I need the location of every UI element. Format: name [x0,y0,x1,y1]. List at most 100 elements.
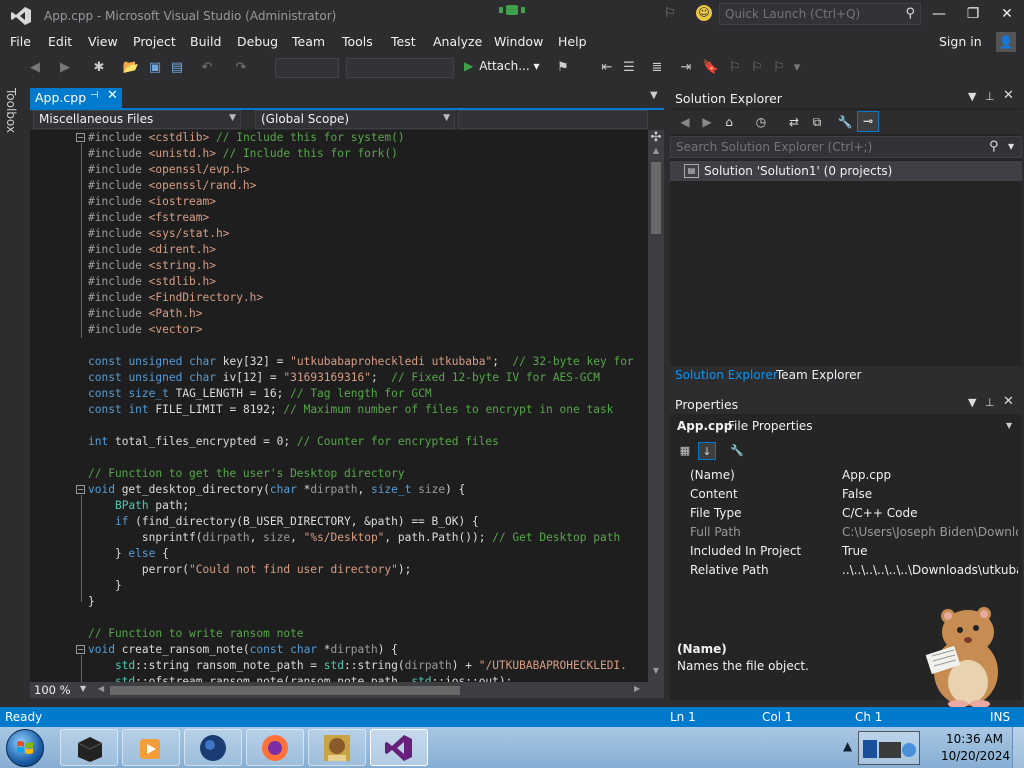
feedback-flag-icon[interactable]: ⚐ [664,6,678,21]
search-icon[interactable]: ⚲ [989,139,999,154]
show-hidden-icons-icon[interactable]: ▲ [843,739,852,753]
chevron-down-icon[interactable]: ▼ [80,684,86,693]
property-row[interactable]: Full Path C:\Users\Joseph Biden\Downloads [670,523,1022,542]
save-all-icon[interactable]: ▤ [168,59,186,77]
close-button[interactable]: ✕ [992,4,1022,26]
toolbar-overflow-icon[interactable]: ▾ [788,59,806,77]
split-editor-icon[interactable]: ✣ [648,130,664,146]
solution-explorer-search-input[interactable] [671,137,981,157]
menu-edit[interactable]: Edit [48,34,72,49]
auto-hide-pin-icon[interactable]: ⊥ [985,90,995,103]
menu-build[interactable]: Build [190,34,221,49]
solution-explorer-search[interactable]: ⚲ ▼ [670,136,1022,158]
auto-hide-pin-icon[interactable]: ⊥ [985,396,995,409]
property-row[interactable]: Content False [670,485,1022,504]
property-value[interactable]: False [842,487,1018,501]
send-feedback-smiley-icon[interactable]: ☺ [696,5,712,21]
undo-icon[interactable]: ↶ [198,59,216,77]
window-position-dropdown-icon[interactable]: ▼ [968,90,976,103]
close-panel-icon[interactable]: ✕ [1003,88,1014,103]
start-button[interactable] [6,729,44,767]
editor-vertical-scrollbar[interactable]: ✣ ▲ ▼ [648,130,664,682]
restore-button[interactable]: ❐ [958,4,988,26]
property-value[interactable]: C:\Users\Joseph Biden\Downloads [842,525,1018,539]
step-icon[interactable]: ⇤ [598,59,616,77]
back-icon[interactable]: ◀ [676,113,694,131]
menu-team[interactable]: Team [292,34,325,49]
taskbar-firefox[interactable] [246,729,304,766]
redo-icon[interactable]: ↷ [232,59,250,77]
alphabetical-icon[interactable]: ↓ [698,442,716,460]
properties-wrench-icon[interactable]: 🔧 [836,113,854,131]
tab-list-dropdown-icon[interactable]: ▼ [650,90,658,101]
scroll-down-arrow-icon[interactable]: ▼ [648,666,664,680]
clear-bookmarks-icon[interactable]: ⚐ [770,59,788,77]
taskbar-terminal[interactable] [60,729,118,766]
format-icon[interactable]: ≣ [648,59,666,77]
toggle-comment-icon[interactable]: ☰ [620,59,638,77]
collapse-all-icon[interactable]: ⧉ [808,113,826,131]
clock-date[interactable]: 10/20/2024 [941,749,1010,763]
new-project-icon[interactable]: ✱ [90,59,108,77]
zoom-level-dropdown[interactable]: 100 % [34,683,71,697]
account-icon[interactable]: 👤 [996,32,1016,52]
code-editor[interactable]: #include <cstdlib> // Include this for s… [30,130,648,682]
chevron-down-icon[interactable]: ▼ [1008,142,1014,151]
home-icon[interactable]: ⌂ [720,113,738,131]
properties-object-selector[interactable]: App.cpp File Properties ▼ [670,416,1022,436]
navigate-forward-icon[interactable]: ▶ [56,59,74,77]
sync-with-document-icon[interactable]: ⇄ [785,113,803,131]
taskbar-globe[interactable] [184,729,242,766]
menu-tools[interactable]: Tools [342,34,373,49]
document-tab-app-cpp[interactable]: App.cpp ⊣ ✕ [30,88,122,108]
clock-time[interactable]: 10:36 AM [946,732,1003,746]
property-pages-wrench-icon[interactable]: 🔧 [728,442,746,460]
sign-in-link[interactable]: Sign in [939,34,982,49]
taskbar-media-player[interactable] [122,729,180,766]
collapse-region-icon[interactable]: − [76,645,85,654]
menu-window[interactable]: Window [494,34,543,49]
property-value[interactable]: App.cpp [842,468,1018,482]
menu-project[interactable]: Project [133,34,176,49]
tab-solution-explorer[interactable]: Solution Explorer [675,368,778,382]
collapse-region-icon[interactable]: − [76,133,85,142]
search-icon[interactable]: ⚲ [905,6,915,21]
solution-platform-dropdown[interactable] [346,58,454,78]
window-position-dropdown-icon[interactable]: ▼ [968,396,976,409]
solution-configuration-dropdown[interactable] [275,58,339,78]
close-panel-icon[interactable]: ✕ [1003,394,1014,409]
property-value[interactable]: ..\..\..\..\..\..\Downloads\utkubab [842,563,1018,577]
tab-team-explorer[interactable]: Team Explorer [776,368,862,382]
collapse-region-icon[interactable]: − [76,485,85,494]
notification-flag-icon[interactable] [497,5,527,17]
property-value[interactable]: C/C++ Code [842,506,1018,520]
menu-test[interactable]: Test [391,34,416,49]
quick-launch-input[interactable] [720,4,900,24]
menu-analyze[interactable]: Analyze [433,34,482,49]
prev-bookmark-icon[interactable]: ⚐ [726,59,744,77]
taskbar-visual-studio[interactable] [370,729,428,766]
menu-file[interactable]: File [10,34,31,49]
scope-dropdown[interactable]: (Global Scope) ▼ [255,110,455,129]
property-row[interactable]: File Type C/C++ Code [670,504,1022,523]
menu-view[interactable]: View [88,34,118,49]
pin-tab-icon[interactable]: ⊣ [90,90,99,101]
categorized-icon[interactable]: ▦ [676,442,694,460]
vertical-scroll-thumb[interactable] [651,162,661,234]
solution-tree-node[interactable]: ▤ Solution 'Solution1' (0 projects) [670,161,1022,181]
bookmark-icon[interactable]: 🔖 [702,59,720,77]
tray-thumbnail[interactable] [858,731,920,765]
show-desktop-button[interactable] [1012,727,1024,768]
property-value[interactable]: True [842,544,1018,558]
uncomment-icon[interactable]: ⇥ [677,59,695,77]
menu-help[interactable]: Help [558,34,587,49]
save-icon[interactable]: ▣ [146,59,164,77]
attach-debugger-button[interactable]: ▶ Attach... ▾ [464,59,540,77]
quick-launch-box[interactable]: ⚲ [719,3,921,25]
pending-changes-filter-icon[interactable]: ◷ [752,113,770,131]
preview-selected-items-icon[interactable]: ⊸ [857,111,879,132]
scroll-up-arrow-icon[interactable]: ▲ [648,146,664,160]
close-tab-icon[interactable]: ✕ [107,88,118,103]
property-row[interactable]: Included In Project True [670,542,1022,561]
property-row[interactable]: Relative Path ..\..\..\..\..\..\Downloads… [670,561,1022,580]
